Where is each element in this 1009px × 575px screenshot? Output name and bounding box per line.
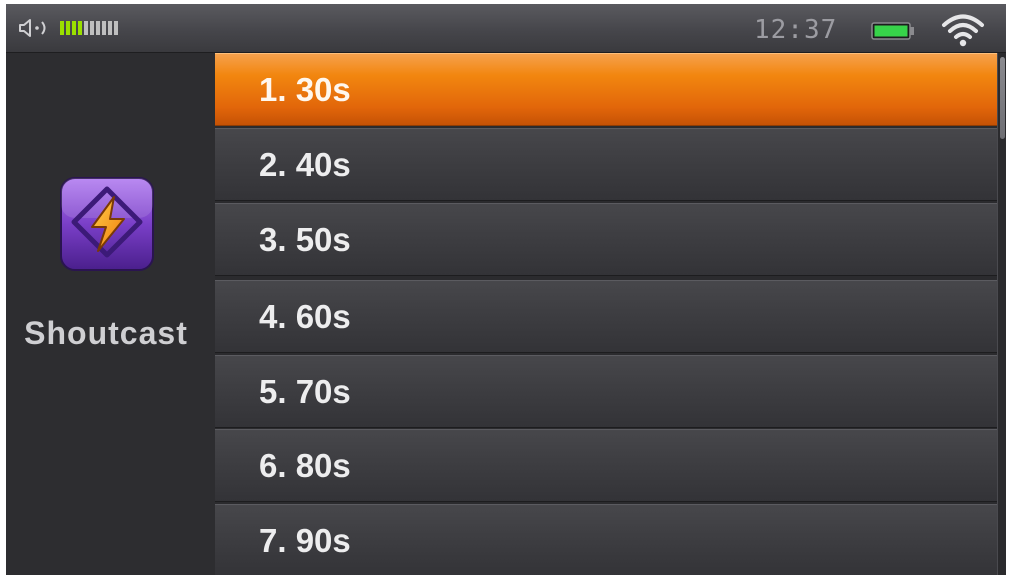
volume-segment xyxy=(102,21,106,35)
volume-segment xyxy=(78,21,82,35)
scrollbar[interactable] xyxy=(997,53,1006,575)
battery-icon xyxy=(871,22,914,40)
volume-segment xyxy=(66,21,70,35)
list-item-label: 2. 40s xyxy=(259,146,351,183)
list-item-6[interactable]: 6. 80s xyxy=(215,429,997,502)
list-item-1[interactable]: 1. 30s xyxy=(215,53,997,126)
list-item-label: 1. 30s xyxy=(259,71,351,108)
volume-segment xyxy=(84,21,88,35)
speaker-icon[interactable] xyxy=(18,17,52,39)
list-item-label: 5. 70s xyxy=(259,373,351,410)
app-sidebar: Shoutcast xyxy=(6,53,215,575)
list-item-2[interactable]: 2. 40s xyxy=(215,128,997,201)
status-bar: 12:37 xyxy=(6,4,1006,53)
list-item-7[interactable]: 7. 90s xyxy=(215,504,997,575)
list-item-label: 7. 90s xyxy=(259,522,351,559)
station-list: 1. 30s 2. 40s 3. 50s 4. 60s 5. 70s 6. 80… xyxy=(215,53,997,575)
clock: 12:37 xyxy=(754,15,838,45)
device-screen: 12:37 Shoutcast 1. 30s 2. 40s 3. 50s 4. … xyxy=(6,4,1006,575)
list-item-label: 6. 80s xyxy=(259,447,351,484)
list-item-5[interactable]: 5. 70s xyxy=(215,355,997,428)
list-item-label: 3. 50s xyxy=(259,221,351,258)
shoutcast-lightning-icon[interactable] xyxy=(58,175,156,275)
list-item-3[interactable]: 3. 50s xyxy=(215,203,997,276)
wifi-icon[interactable] xyxy=(941,12,985,48)
volume-segment xyxy=(96,21,100,35)
volume-segment xyxy=(108,21,112,35)
list-item-label: 4. 60s xyxy=(259,298,351,335)
volume-segment xyxy=(72,21,76,35)
app-title: Shoutcast xyxy=(24,315,188,351)
volume-level-indicator xyxy=(60,21,118,35)
volume-segment xyxy=(114,21,118,35)
volume-segment xyxy=(90,21,94,35)
scrollbar-thumb[interactable] xyxy=(1000,57,1005,139)
list-item-4[interactable]: 4. 60s xyxy=(215,280,997,353)
volume-segment xyxy=(60,21,64,35)
